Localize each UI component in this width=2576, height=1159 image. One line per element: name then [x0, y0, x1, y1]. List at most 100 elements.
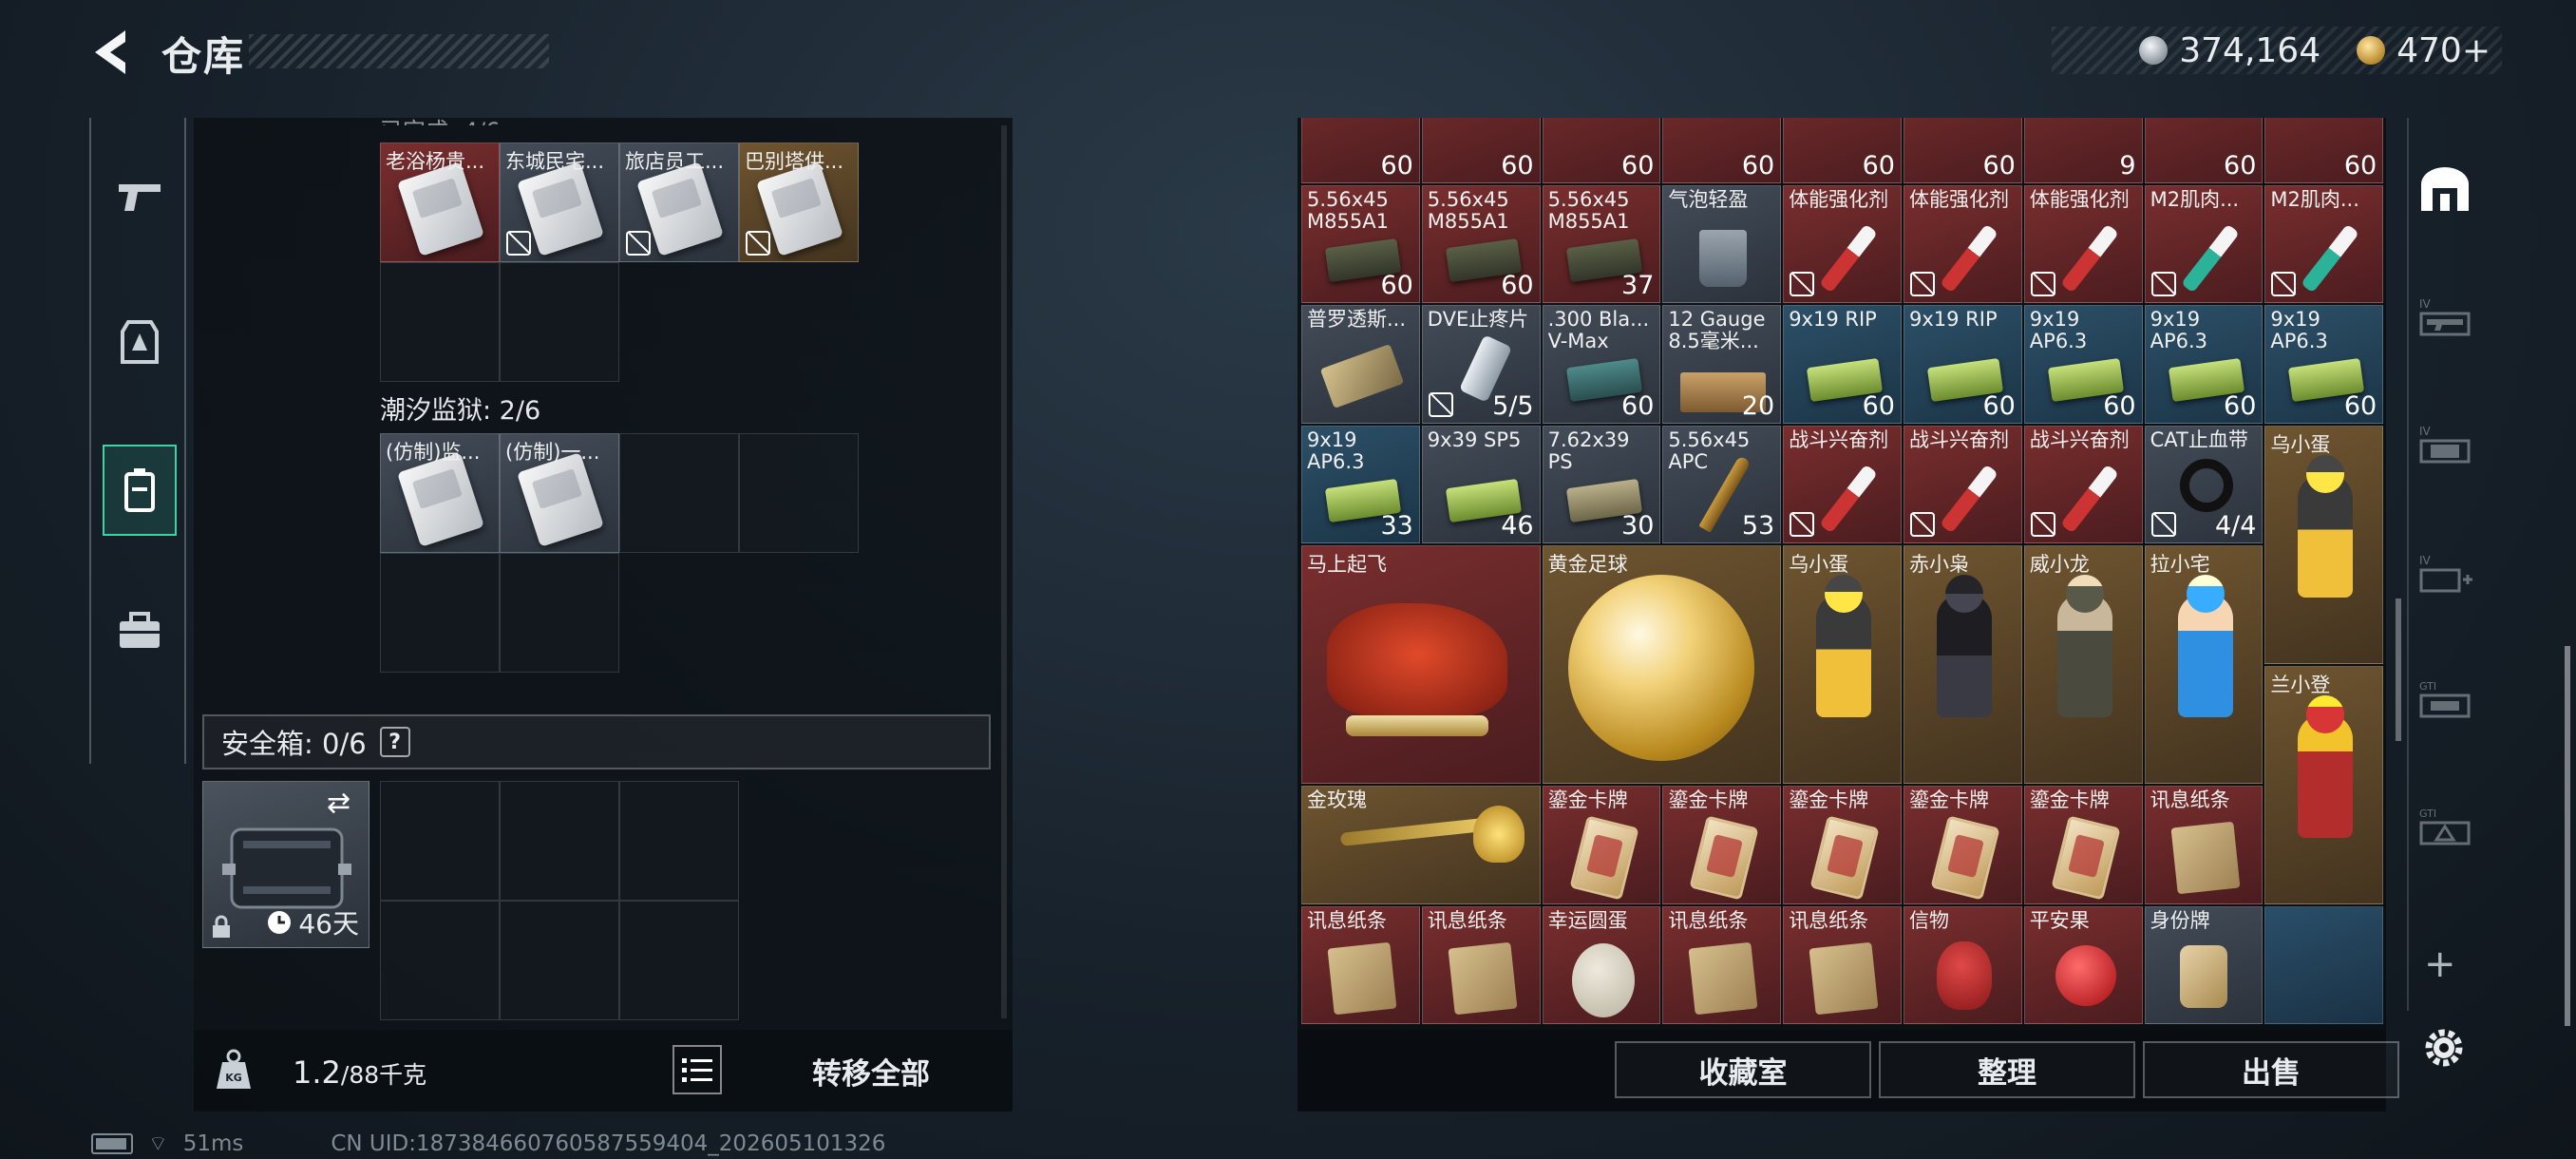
section2-empty-slot[interactable]	[380, 553, 500, 673]
safebox-empty-slot[interactable]	[500, 901, 619, 1020]
scrollbar[interactable]	[2565, 646, 2570, 1026]
collection-room-button[interactable]: 收藏室	[1615, 1041, 1871, 1098]
warehouse-item[interactable]: 战斗兴奋剂	[1783, 425, 1902, 543]
warehouse-empty-slot[interactable]	[2264, 905, 2384, 1024]
warehouse-item[interactable]: 体能强化剂	[1904, 184, 2022, 303]
sell-button[interactable]: 出售	[2143, 1041, 2399, 1098]
tab-weapons[interactable]	[103, 152, 177, 243]
warehouse-item[interactable]: 鎏金卡牌	[2023, 786, 2143, 904]
section2-empty-slot[interactable]	[619, 433, 739, 553]
warehouse-item[interactable]: 5.56x45 APC 53	[1662, 425, 1782, 543]
warehouse-item[interactable]: 60	[1662, 118, 1782, 183]
swap-icon[interactable]: ⇄	[327, 789, 359, 818]
warehouse-item[interactable]: 鎏金卡牌	[1542, 786, 1661, 904]
warehouse-item[interactable]: 60	[1542, 118, 1661, 183]
warehouse-item[interactable]: 鎏金卡牌	[1783, 786, 1902, 904]
warehouse-item[interactable]: 9x39 SP5 46	[1421, 425, 1541, 543]
tab-storage-iv-files[interactable]: IV	[2416, 416, 2473, 473]
warehouse-collectible[interactable]: 赤小枭	[1904, 545, 2022, 784]
tab-containers[interactable]	[103, 445, 177, 536]
warehouse-item[interactable]: 60	[1783, 118, 1902, 183]
help-button[interactable]: ?	[379, 727, 410, 757]
warehouse-item[interactable]: 鎏金卡牌	[1662, 786, 1782, 904]
warehouse-collectible[interactable]: 兰小登	[2264, 665, 2384, 904]
warehouse-item[interactable]: 平安果	[2023, 905, 2143, 1024]
warehouse-item[interactable]: M2肌肉...	[2144, 184, 2263, 303]
warehouse-collectible[interactable]: 拉小宅	[2144, 545, 2263, 784]
tab-storage-iv-medical[interactable]: IV	[2416, 545, 2473, 602]
warehouse-item[interactable]: 讯息纸条	[1662, 905, 1782, 1024]
warehouse-item[interactable]: 战斗兴奋剂	[1904, 425, 2022, 543]
warehouse-item[interactable]: 60	[2264, 118, 2384, 183]
safebox-empty-slot[interactable]	[380, 901, 500, 1020]
warehouse-item[interactable]: 讯息纸条	[1301, 905, 1420, 1024]
warehouse-item[interactable]: 9x19 AP6.3 60	[2144, 305, 2263, 424]
warehouse-item[interactable]: 体能强化剂	[2023, 184, 2143, 303]
warehouse-item[interactable]: 体能强化剂	[1783, 184, 1902, 303]
sort-button[interactable]: 整理	[1879, 1041, 2135, 1098]
warehouse-item[interactable]: 12 Gauge 8.5毫米... 20	[1662, 305, 1782, 424]
warehouse-item[interactable]: 9x19 AP6.3 60	[2023, 305, 2143, 424]
warehouse-item[interactable]: 9x19 RIP 60	[1904, 305, 2022, 424]
tab-equipment[interactable]	[103, 296, 177, 388]
warehouse-collectible[interactable]: 乌小蛋	[1783, 545, 1902, 784]
warehouse-item[interactable]: 60	[2144, 118, 2263, 183]
warehouse-item[interactable]: DVE止疼片 5/5	[1421, 305, 1541, 424]
transfer-all-button[interactable]: 转移全部	[739, 1039, 1003, 1102]
safebox-empty-slot[interactable]	[500, 781, 619, 901]
warehouse-item[interactable]: 幸运圆蛋	[1542, 905, 1661, 1024]
warehouse-collectible[interactable]: 黄金足球	[1542, 545, 1782, 784]
warehouse-collectible[interactable]: 威小龙	[2023, 545, 2143, 784]
warehouse-item[interactable]: 9	[2023, 118, 2143, 183]
warehouse-item[interactable]: 讯息纸条	[2144, 786, 2263, 904]
safebox-empty-slot[interactable]	[619, 901, 739, 1020]
section2-item[interactable]: (仿制)一...	[500, 433, 619, 553]
tab-storage-iv-weapons[interactable]: IV	[2416, 289, 2473, 346]
safebox-item[interactable]: ⇄ 46天	[202, 781, 369, 948]
safebox-empty-slot[interactable]	[619, 781, 739, 901]
section1-empty-slot[interactable]	[380, 262, 500, 382]
section1-item[interactable]: 老浴杨贵...	[380, 142, 500, 262]
tab-storage-gti-2[interactable]: GTI	[2416, 798, 2473, 855]
list-view-button[interactable]	[672, 1045, 722, 1094]
tab-all-storage[interactable]	[2416, 162, 2473, 218]
tab-storage-gti-1[interactable]: GTI	[2416, 671, 2473, 728]
warehouse-item[interactable]: 60	[1421, 118, 1541, 183]
back-button[interactable]	[87, 27, 137, 78]
warehouse-collectible[interactable]: 马上起飞	[1301, 545, 1541, 784]
warehouse-item[interactable]: 7.62x39 PS 30	[1542, 425, 1661, 543]
section1-item[interactable]: 巴别塔供...	[739, 142, 859, 262]
warehouse-item[interactable]: 5.56x45 M855A1 60	[1421, 184, 1541, 303]
warehouse-item[interactable]: 金玫瑰	[1301, 786, 1541, 904]
warehouse-scrollbar[interactable]	[2396, 598, 2401, 741]
section2-empty-slot[interactable]	[500, 553, 619, 673]
warehouse-item[interactable]: 普罗透斯...	[1301, 305, 1420, 424]
warehouse-item[interactable]: 60	[1301, 118, 1420, 183]
warehouse-item[interactable]: 9x19 AP6.3 33	[1301, 425, 1420, 543]
warehouse-item[interactable]: 信物	[1904, 905, 2022, 1024]
section1-item[interactable]: 东城民宅...	[500, 142, 619, 262]
warehouse-collectible[interactable]: 乌小蛋	[2264, 425, 2384, 664]
section1-item[interactable]: 旅店员工...	[619, 142, 739, 262]
warehouse-item[interactable]: 5.56x45 M855A1 60	[1301, 184, 1420, 303]
warehouse-item[interactable]: 5.56x45 M855A1 37	[1542, 184, 1661, 303]
warehouse-item[interactable]: 讯息纸条	[1783, 905, 1902, 1024]
section1-empty-slot[interactable]	[500, 262, 619, 382]
warehouse-item[interactable]: 战斗兴奋剂	[2023, 425, 2143, 543]
tab-toolbox[interactable]	[103, 585, 177, 676]
warehouse-item[interactable]: CAT止血带 4/4	[2144, 425, 2263, 543]
settings-button[interactable]	[2418, 1022, 2470, 1074]
add-storage-button[interactable]: +	[2424, 942, 2456, 986]
warehouse-item[interactable]: M2肌肉...	[2264, 184, 2384, 303]
warehouse-item[interactable]: .300 Bla... V-Max 60	[1542, 305, 1661, 424]
gold-amount[interactable]: 470+	[2396, 31, 2491, 70]
safebox-empty-slot[interactable]	[380, 781, 500, 901]
warehouse-item[interactable]: 60	[1904, 118, 2022, 183]
warehouse-item[interactable]: 9x19 AP6.3 60	[2264, 305, 2384, 424]
warehouse-item[interactable]: 气泡轻盈	[1662, 184, 1782, 303]
warehouse-item[interactable]: 鎏金卡牌	[1904, 786, 2022, 904]
section2-empty-slot[interactable]	[739, 433, 859, 553]
warehouse-item[interactable]: 9x19 RIP 60	[1783, 305, 1902, 424]
warehouse-item[interactable]: 身份牌	[2144, 905, 2263, 1024]
warehouse-item[interactable]: 讯息纸条	[1421, 905, 1541, 1024]
